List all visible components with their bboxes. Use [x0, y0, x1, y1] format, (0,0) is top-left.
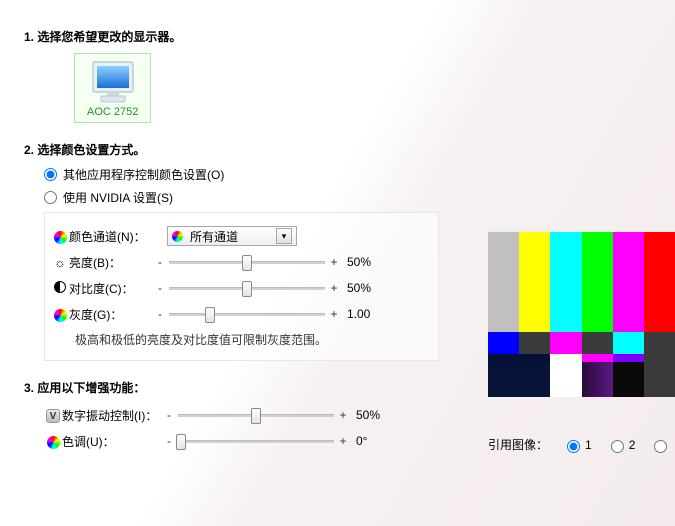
- channel-dropdown[interactable]: 所有通道 ▾: [167, 226, 297, 246]
- monitor-device-tile[interactable]: AOC 2752: [74, 53, 151, 123]
- contrast-slider[interactable]: [167, 279, 327, 297]
- ref-radio-3[interactable]: [654, 440, 667, 453]
- dvc-minus: -: [162, 408, 176, 422]
- contrast-minus: -: [153, 281, 167, 295]
- gamma-note: 极高和极低的亮度及对比度值可限制灰度范围。: [75, 331, 428, 348]
- ref-radio-2-wrap[interactable]: 2: [606, 437, 636, 453]
- color-settings-panel: 颜色通道(N)： 所有通道 ▾ ☼ 亮度(B)： - + 50% 对比度(C)：…: [44, 212, 439, 361]
- monitor-name: AOC 2752: [87, 106, 138, 118]
- channel-icon: [51, 228, 69, 243]
- gamma-plus: +: [327, 307, 341, 321]
- radio-nvidia-label: 使用 NVIDIA 设置(S): [63, 189, 173, 206]
- hue-value: 0°: [350, 434, 394, 448]
- chromatic-icon: [172, 229, 186, 243]
- ref-radio-3-wrap[interactable]: [649, 437, 670, 453]
- hue-plus: +: [336, 434, 350, 448]
- gamma-label: 灰度(G)：: [69, 306, 153, 323]
- ref-radio-2-label: 2: [629, 438, 636, 452]
- brightness-value: 50%: [341, 255, 385, 269]
- brightness-plus: +: [327, 255, 341, 269]
- section1-title: 1. 选择您希望更改的显示器。: [24, 28, 675, 45]
- gamma-icon: [51, 306, 69, 321]
- ref-radio-1[interactable]: [567, 440, 580, 453]
- ref-radio-1-label: 1: [585, 438, 592, 452]
- contrast-label: 对比度(C)：: [69, 280, 153, 297]
- contrast-value: 50%: [341, 281, 385, 295]
- ref-image-label: 引用图像：: [488, 436, 548, 453]
- dvc-label: 数字振动控制(I)：: [62, 407, 162, 424]
- brightness-label: 亮度(B)：: [69, 254, 153, 271]
- section2-title: 2. 选择颜色设置方式。: [24, 141, 675, 158]
- dvc-slider[interactable]: [176, 406, 336, 424]
- color-bars-preview: [488, 230, 675, 395]
- hue-icon: [44, 433, 62, 448]
- channel-selected: 所有通道: [190, 228, 272, 245]
- gamma-slider[interactable]: [167, 305, 327, 323]
- monitor-icon: [89, 60, 137, 104]
- radio-other-label: 其他应用程序控制颜色设置(O): [63, 166, 224, 183]
- hue-slider[interactable]: [176, 432, 336, 450]
- dvc-icon: V: [44, 407, 62, 423]
- channel-label: 颜色通道(N)：: [69, 228, 153, 245]
- contrast-icon: [51, 281, 69, 296]
- ref-radio-2[interactable]: [611, 440, 624, 453]
- chevron-down-icon[interactable]: ▾: [276, 228, 292, 244]
- hue-label: 色调(U)：: [62, 433, 162, 450]
- hue-minus: -: [162, 434, 176, 448]
- brightness-slider[interactable]: [167, 253, 327, 271]
- gamma-minus: -: [153, 307, 167, 321]
- ref-radio-1-wrap[interactable]: 1: [562, 437, 592, 453]
- dvc-value: 50%: [350, 408, 394, 422]
- brightness-icon: ☼: [51, 255, 69, 270]
- contrast-plus: +: [327, 281, 341, 295]
- radio-other-apps[interactable]: [44, 168, 57, 181]
- gamma-value: 1.00: [341, 307, 385, 321]
- radio-nvidia[interactable]: [44, 191, 57, 204]
- brightness-minus: -: [153, 255, 167, 269]
- dvc-plus: +: [336, 408, 350, 422]
